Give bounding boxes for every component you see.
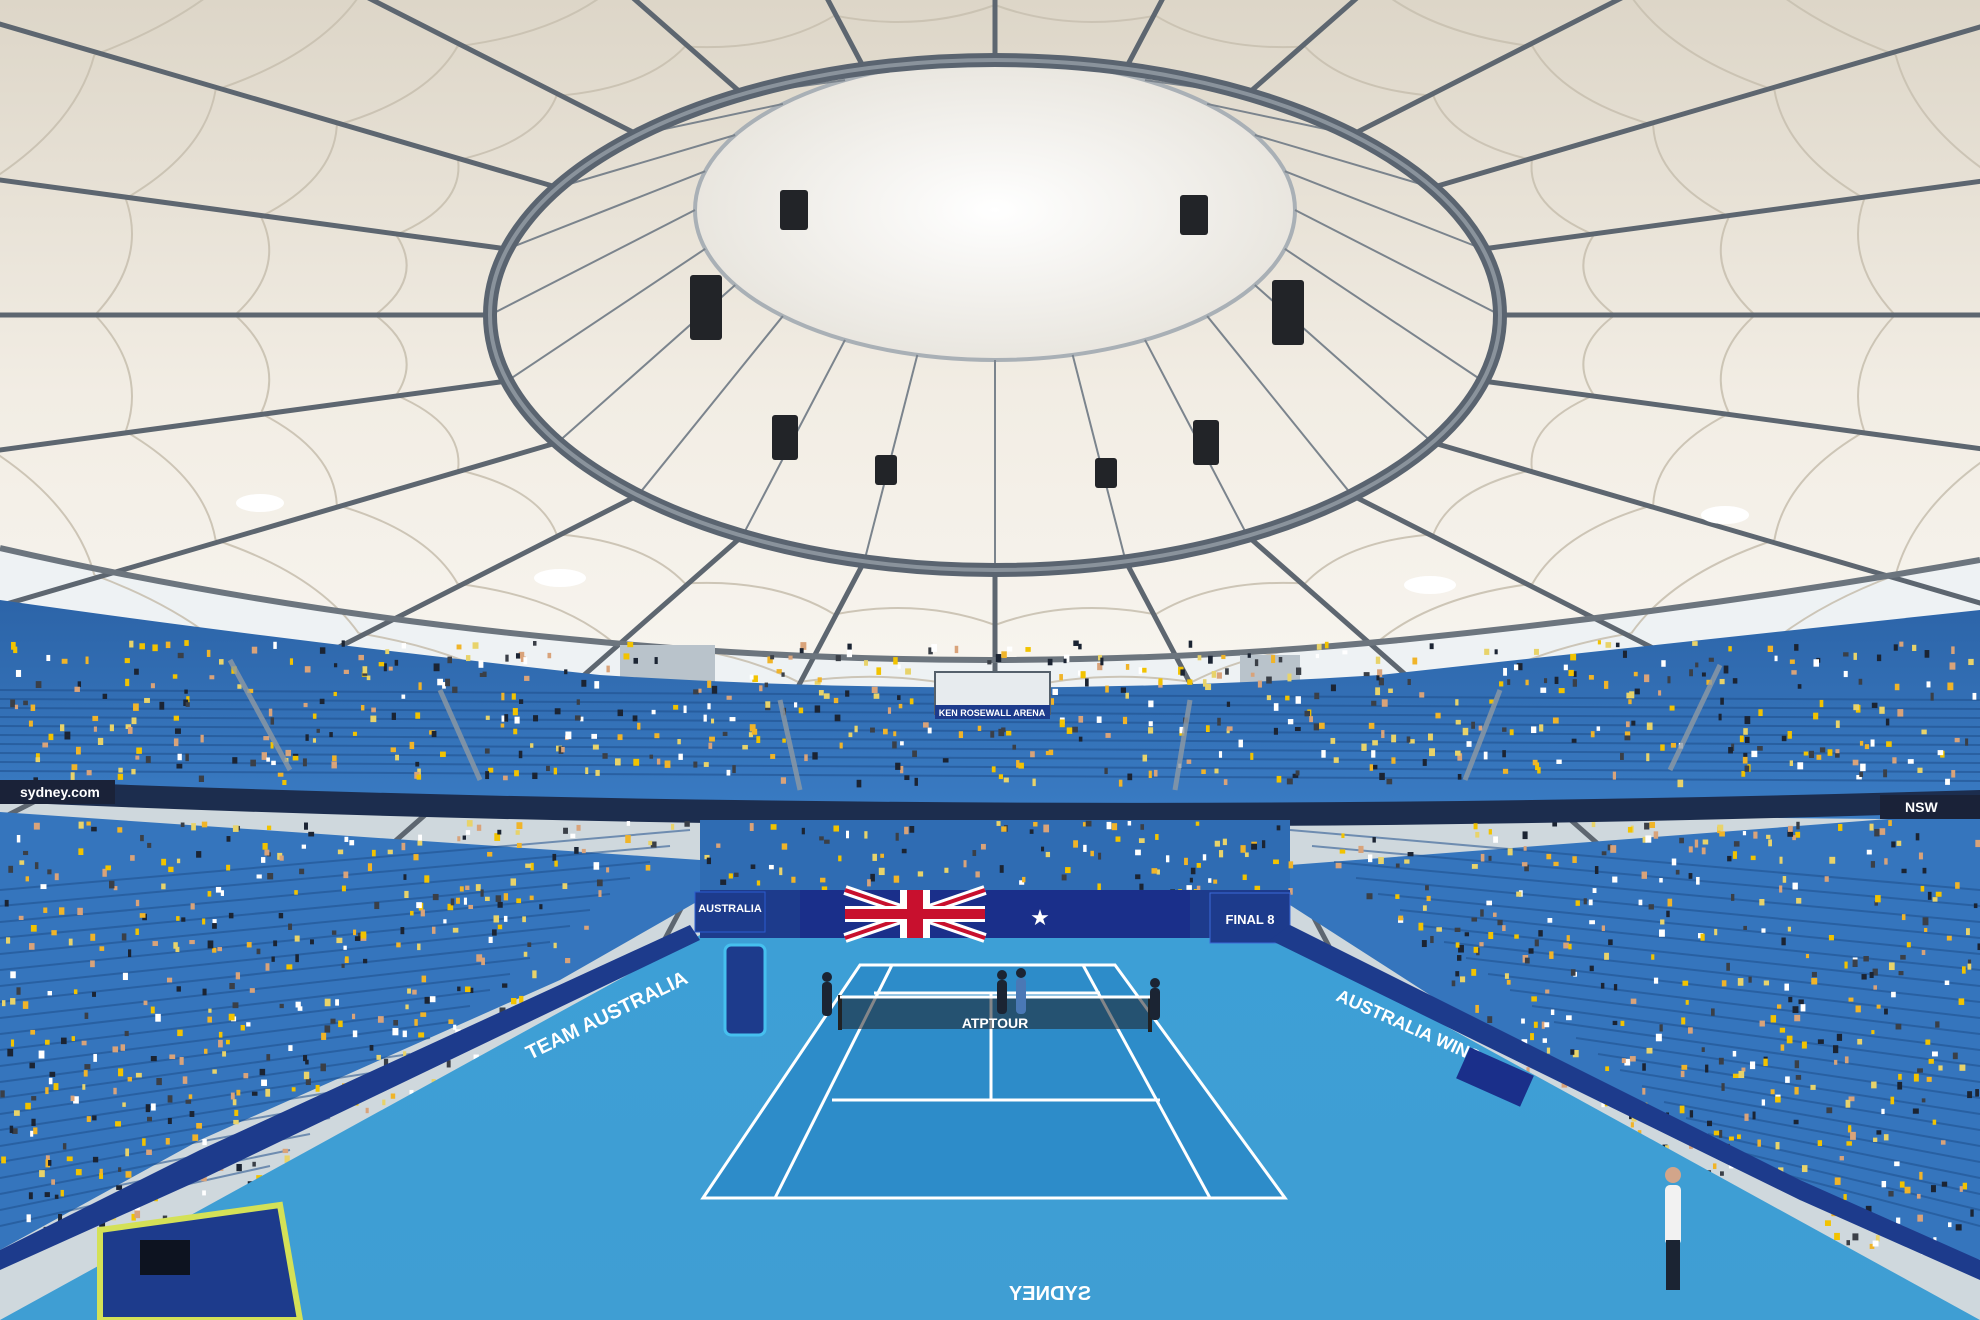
foreground-left-console — [97, 1201, 304, 1320]
net-brand-text: ATPTOUR — [962, 1015, 1028, 1031]
sydney-com-sign: sydney.com — [20, 784, 100, 800]
baseline-sydney-text: SYDNEY — [1008, 1283, 1091, 1305]
nsw-sign: NSW — [1905, 799, 1938, 815]
svg-text:★: ★ — [1030, 905, 1050, 930]
final-8-sign-text: FINAL 8 — [1226, 912, 1275, 927]
australia-banner-text: AUSTRALIA — [698, 903, 762, 915]
arena-photo: KEN ROSEWALL ARENA sydney.com NSW ATPTOU… — [0, 0, 1980, 1320]
australian-flag: ★ — [800, 885, 1190, 943]
arena-name-sign: KEN ROSEWALL ARENA — [934, 671, 1051, 719]
arena-name-text: KEN ROSEWALL ARENA — [939, 708, 1046, 718]
tennis-net: ATPTOUR — [838, 995, 1152, 1032]
